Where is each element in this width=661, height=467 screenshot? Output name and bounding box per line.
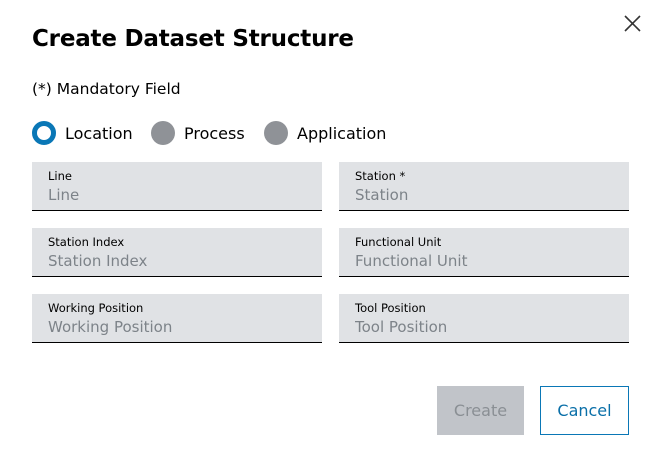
- working-position-field[interactable]: Working Position: [32, 294, 322, 343]
- functional-unit-field[interactable]: Functional Unit: [339, 228, 629, 277]
- line-field-label: Line: [48, 169, 72, 183]
- tool-position-input[interactable]: [355, 316, 615, 338]
- functional-unit-field-label: Functional Unit: [355, 235, 442, 249]
- cancel-button[interactable]: Cancel: [540, 386, 629, 435]
- close-icon: [624, 15, 641, 32]
- create-button[interactable]: Create: [437, 386, 524, 435]
- station-input[interactable]: [355, 184, 615, 206]
- tool-position-field-label: Tool Position: [355, 301, 426, 315]
- radio-checked-icon: [32, 121, 56, 145]
- radio-process[interactable]: Process: [151, 120, 245, 146]
- radio-unchecked-icon: [264, 121, 288, 145]
- dialog-title: Create Dataset Structure: [32, 26, 354, 52]
- radio-label: Application: [297, 123, 387, 143]
- create-dataset-dialog: Create Dataset Structure (*) Mandatory F…: [0, 0, 661, 467]
- line-field[interactable]: Line: [32, 162, 322, 211]
- line-input[interactable]: [48, 184, 308, 206]
- station-field-label: Station *: [355, 169, 406, 183]
- radio-location[interactable]: Location: [32, 120, 133, 146]
- mandatory-note: (*) Mandatory Field: [32, 80, 181, 98]
- functional-unit-input[interactable]: [355, 250, 615, 272]
- tool-position-field[interactable]: Tool Position: [339, 294, 629, 343]
- working-position-input[interactable]: [48, 316, 308, 338]
- working-position-field-label: Working Position: [48, 301, 144, 315]
- close-button[interactable]: [618, 9, 648, 39]
- station-index-field[interactable]: Station Index: [32, 228, 322, 277]
- radio-label: Process: [184, 123, 245, 143]
- station-index-field-label: Station Index: [48, 235, 125, 249]
- station-field[interactable]: Station *: [339, 162, 629, 211]
- radio-label: Location: [65, 123, 133, 143]
- radio-unchecked-icon: [151, 121, 175, 145]
- radio-application[interactable]: Application: [264, 120, 386, 146]
- station-index-input[interactable]: [48, 250, 308, 272]
